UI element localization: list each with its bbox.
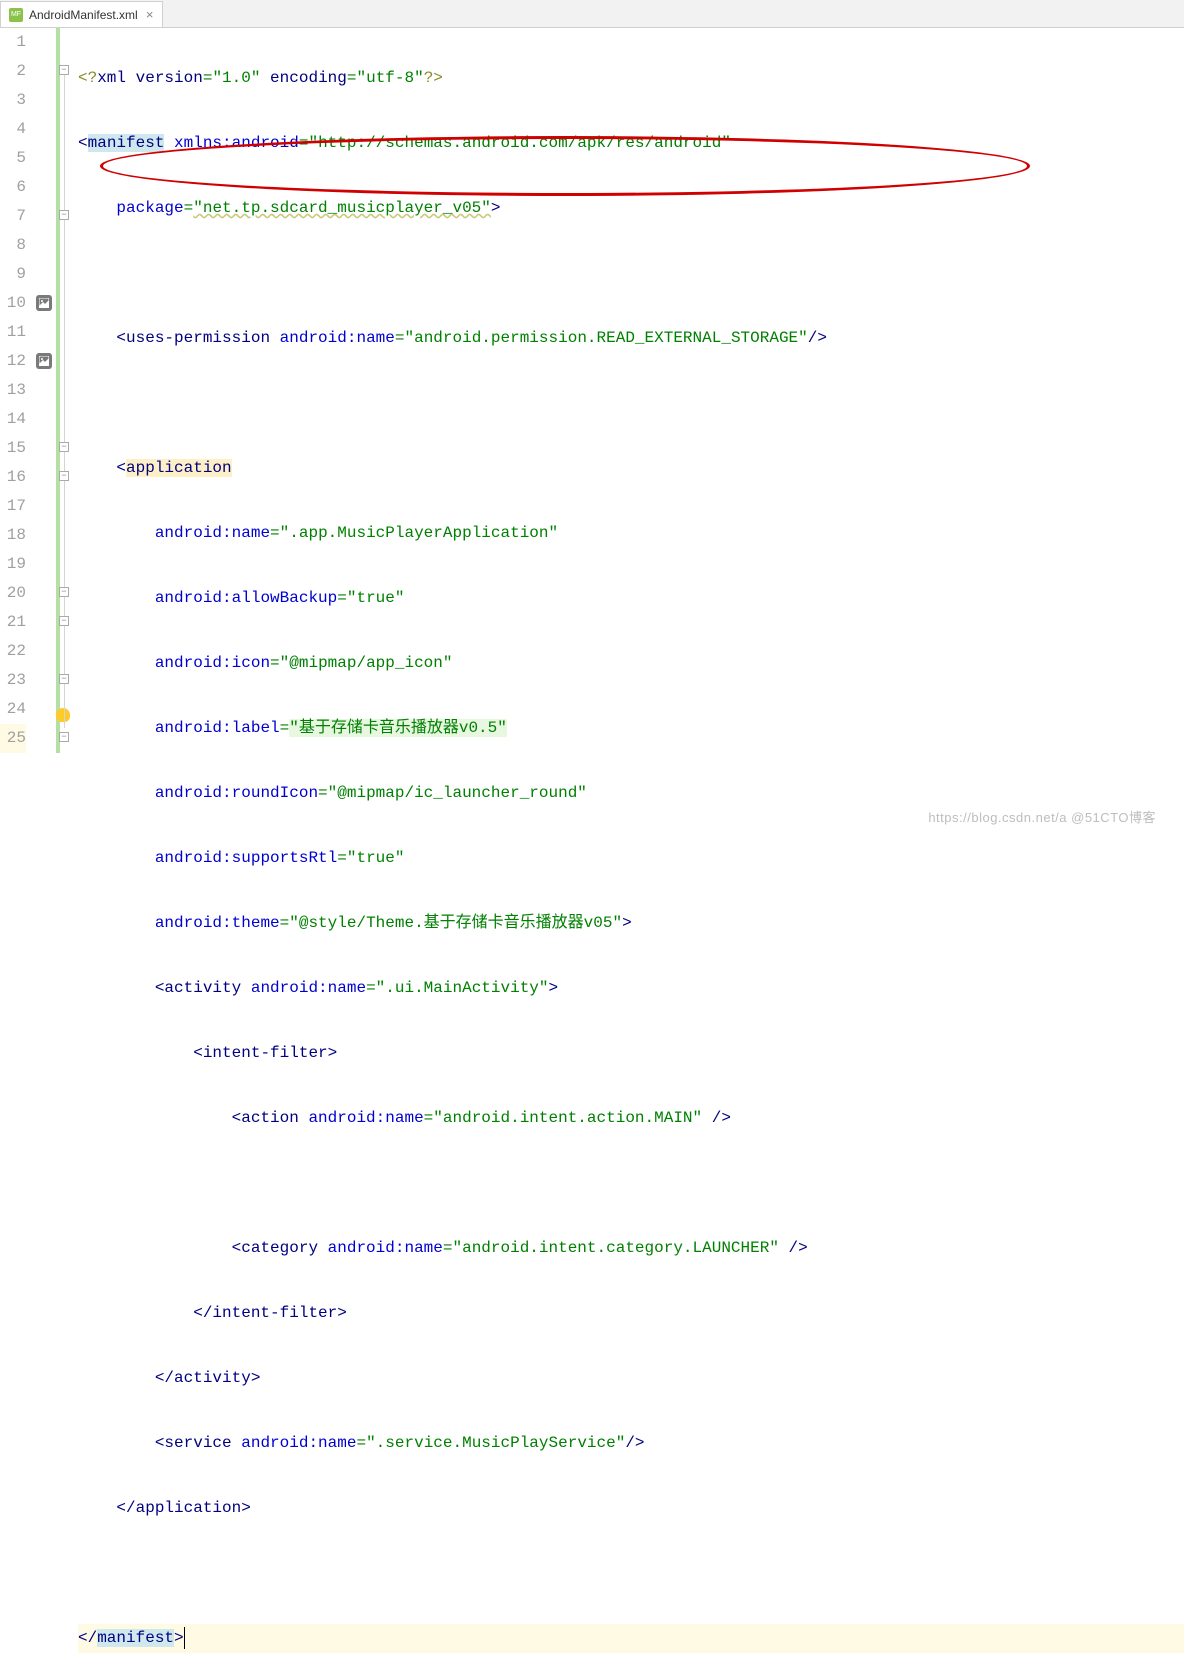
line-number: 3 xyxy=(0,86,26,115)
line-number: 25 xyxy=(0,724,26,753)
code-line: <service android:name=".service.MusicPla… xyxy=(78,1429,1184,1458)
line-number: 4 xyxy=(0,115,26,144)
line-number: 14 xyxy=(0,405,26,434)
code-line: <activity android:name=".ui.MainActivity… xyxy=(78,974,1184,1003)
line-number: 11 xyxy=(0,318,26,347)
code-line: android:supportsRtl="true" xyxy=(78,844,1184,873)
fold-toggle[interactable]: − xyxy=(59,210,69,220)
line-number: 10 xyxy=(0,289,26,318)
code-line xyxy=(78,1559,1184,1588)
code-line xyxy=(78,389,1184,418)
fold-toggle[interactable]: − xyxy=(59,732,69,742)
code-line: <intent-filter> xyxy=(78,1039,1184,1068)
code-line: android:icon="@mipmap/app_icon" xyxy=(78,649,1184,678)
line-number: 1 xyxy=(0,28,26,57)
line-number: 9 xyxy=(0,260,26,289)
code-line: <uses-permission android:name="android.p… xyxy=(78,324,1184,353)
line-number: 5 xyxy=(0,144,26,173)
watermark-text: https://blog.csdn.net/a @51CTO博客 xyxy=(928,807,1156,826)
code-line: </activity> xyxy=(78,1364,1184,1393)
fold-toggle[interactable]: − xyxy=(59,616,69,626)
line-number: 13 xyxy=(0,376,26,405)
gutter-icons xyxy=(34,28,56,832)
fold-toggle[interactable]: − xyxy=(59,471,69,481)
line-number: 19 xyxy=(0,550,26,579)
code-line: </intent-filter> xyxy=(78,1299,1184,1328)
fold-toggle[interactable]: − xyxy=(59,442,69,452)
image-resource-icon[interactable] xyxy=(36,353,52,369)
code-line: <manifest xmlns:android="http://schemas.… xyxy=(78,129,1184,158)
code-line: android:theme="@style/Theme.基于存储卡音乐播放器v0… xyxy=(78,909,1184,938)
image-resource-icon[interactable] xyxy=(36,295,52,311)
code-line xyxy=(78,1169,1184,1198)
manifest-file-icon: MF xyxy=(9,8,23,22)
gutter-folding: − − − − − − − − xyxy=(56,28,74,832)
line-number: 2 xyxy=(0,57,26,86)
close-icon[interactable]: × xyxy=(144,9,156,21)
code-line: <category android:name="android.intent.c… xyxy=(78,1234,1184,1263)
line-number: 7 xyxy=(0,202,26,231)
fold-guide xyxy=(64,68,65,728)
code-line: <application xyxy=(78,454,1184,483)
line-number: 6 xyxy=(0,173,26,202)
tab-androidmanifest[interactable]: MF AndroidManifest.xml × xyxy=(0,1,163,27)
line-number: 15 xyxy=(0,434,26,463)
code-line: android:roundIcon="@mipmap/ic_launcher_r… xyxy=(78,779,1184,808)
line-number: 22 xyxy=(0,637,26,666)
code-line: <?xml version="1.0" encoding="utf-8"?> xyxy=(78,64,1184,93)
line-number: 8 xyxy=(0,231,26,260)
code-line: package="net.tp.sdcard_musicplayer_v05"> xyxy=(78,194,1184,223)
tab-bar: MF AndroidManifest.xml × xyxy=(0,0,1184,28)
gutter-line-numbers: 1 2 3 4 5 6 7 8 9 10 11 12 13 14 15 16 1… xyxy=(0,28,34,832)
code-editor[interactable]: 1 2 3 4 5 6 7 8 9 10 11 12 13 14 15 16 1… xyxy=(0,28,1184,832)
line-number: 20 xyxy=(0,579,26,608)
fold-toggle[interactable]: − xyxy=(59,674,69,684)
line-number: 24 xyxy=(0,695,26,724)
code-line: </manifest> xyxy=(78,1624,1184,1653)
line-number: 17 xyxy=(0,492,26,521)
line-number: 23 xyxy=(0,666,26,695)
fold-toggle[interactable]: − xyxy=(59,65,69,75)
line-number: 21 xyxy=(0,608,26,637)
tab-filename: AndroidManifest.xml xyxy=(29,8,138,22)
code-area[interactable]: <?xml version="1.0" encoding="utf-8"?> <… xyxy=(74,28,1184,832)
line-number: 18 xyxy=(0,521,26,550)
fold-toggle[interactable]: − xyxy=(59,587,69,597)
code-line xyxy=(78,259,1184,288)
code-line: android:label="基于存储卡音乐播放器v0.5" xyxy=(78,714,1184,743)
code-line: </application> xyxy=(78,1494,1184,1523)
code-line: android:allowBackup="true" xyxy=(78,584,1184,613)
line-number: 16 xyxy=(0,463,26,492)
line-number: 12 xyxy=(0,347,26,376)
code-line: android:name=".app.MusicPlayerApplicatio… xyxy=(78,519,1184,548)
code-line: <action android:name="android.intent.act… xyxy=(78,1104,1184,1133)
